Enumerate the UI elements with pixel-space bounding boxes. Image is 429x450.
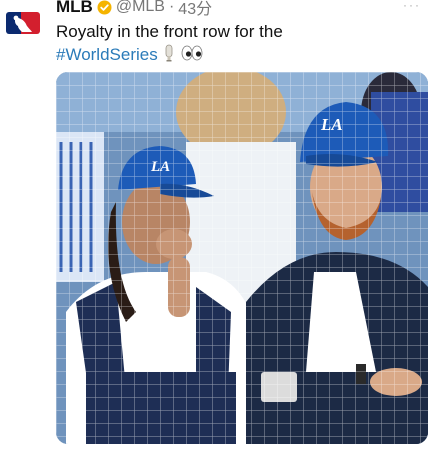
tweet-header: MLB @MLB · 43分: [56, 0, 212, 19]
tweet-text: Royalty in the front row for the #WorldS…: [56, 20, 421, 68]
hashtag-link[interactable]: #WorldSeries: [56, 45, 158, 64]
eyes-icon: [181, 44, 203, 67]
photo-illustration: LA LA: [56, 72, 428, 444]
verified-badge-icon: [97, 0, 112, 15]
more-options-icon[interactable]: ···: [403, 0, 421, 12]
user-handle[interactable]: @MLB: [116, 0, 165, 16]
baseball-bat-icon: [162, 44, 176, 68]
tweet-photo[interactable]: LA LA: [56, 72, 428, 444]
display-name[interactable]: MLB: [56, 0, 93, 17]
tweet-card: MLB @MLB · 43分 ··· Royalty in the front …: [0, 0, 429, 450]
mlb-logo-icon[interactable]: [6, 12, 40, 34]
separator-dot: ·: [168, 0, 175, 15]
tweet-timestamp[interactable]: 43分: [178, 0, 212, 19]
tweet-text-line: Royalty in the front row for the: [56, 22, 283, 41]
